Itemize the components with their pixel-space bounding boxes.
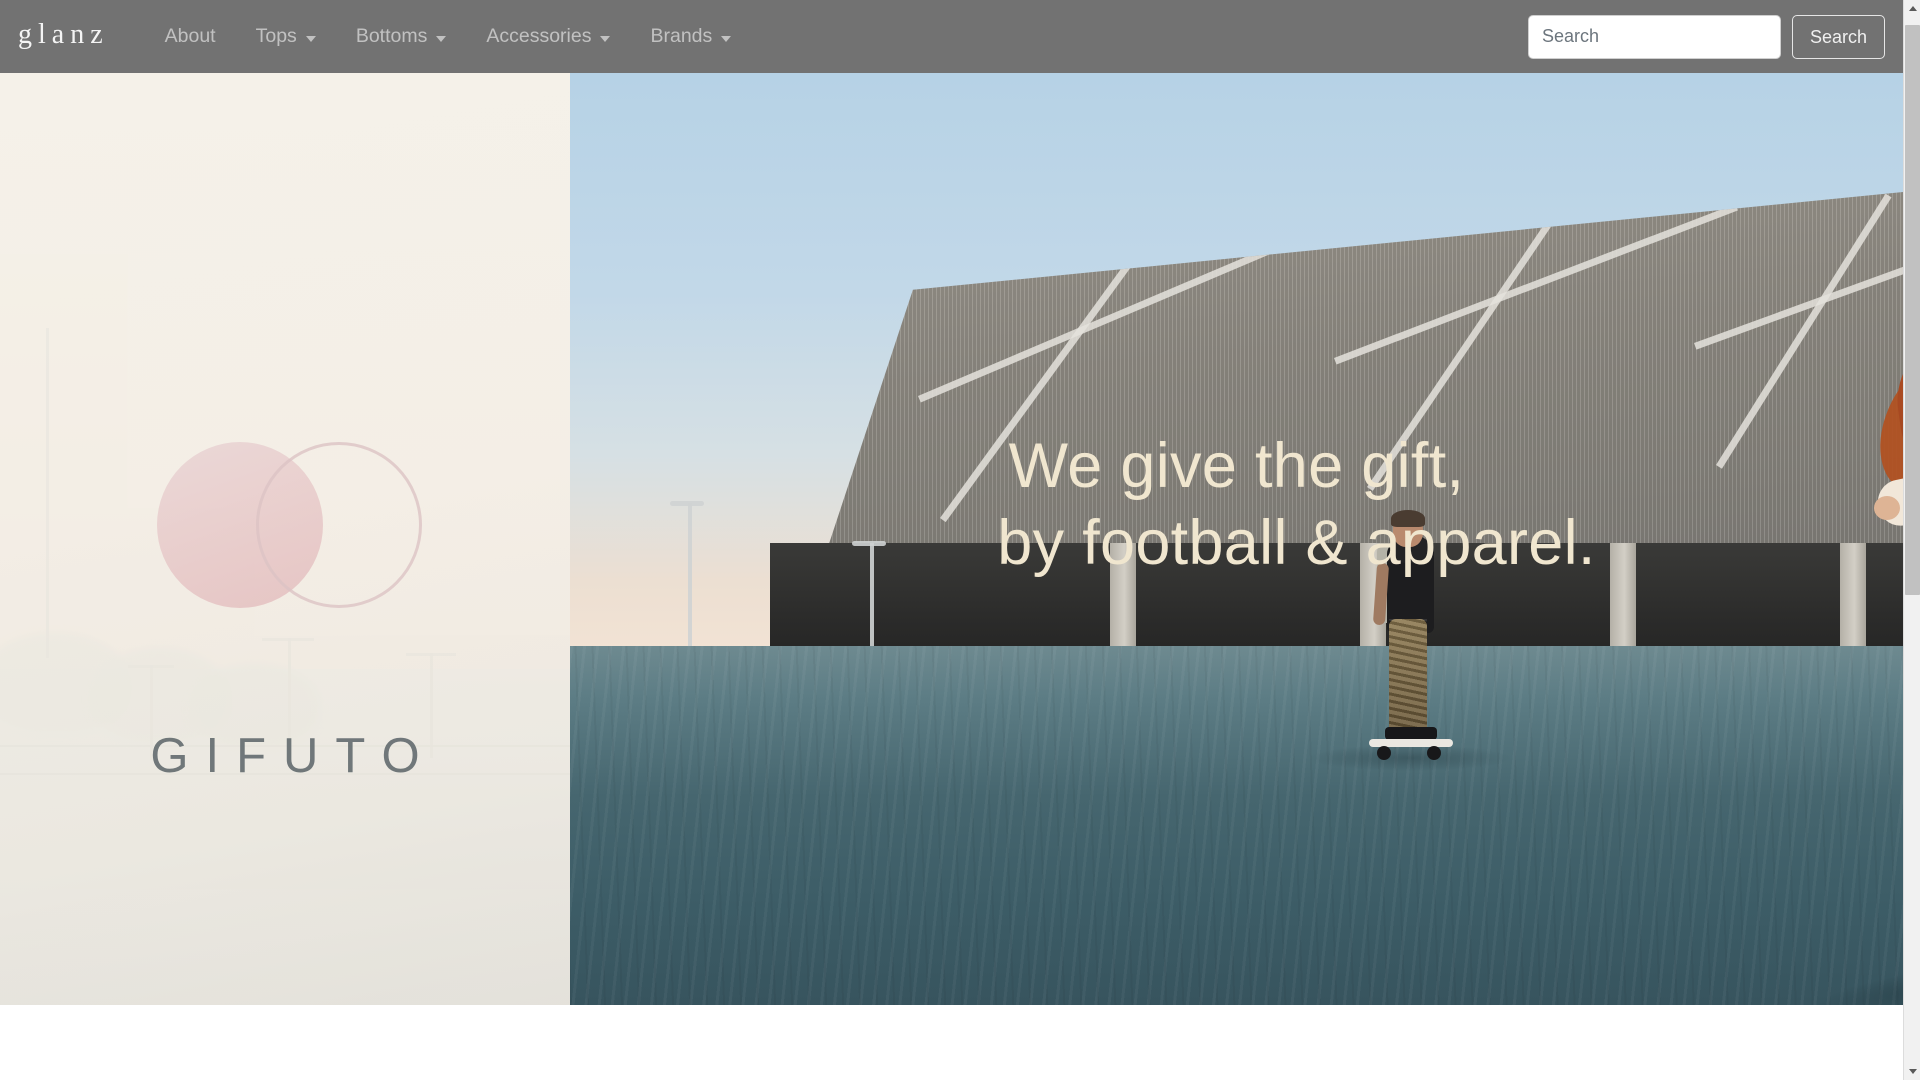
street-lamp-head bbox=[670, 501, 704, 506]
nav-item-label: Accessories bbox=[486, 27, 591, 47]
hero-section: GIFUTO bbox=[0, 73, 1903, 1005]
hero-photo: We give the gift, by football & apparel. bbox=[570, 73, 1903, 1005]
nav-item-label: Brands bbox=[650, 27, 712, 47]
nav-item-accessories[interactable]: Accessories bbox=[466, 0, 630, 73]
nav-item-bottoms[interactable]: Bottoms bbox=[336, 0, 467, 73]
scroll-up-arrow-icon[interactable] bbox=[1904, 0, 1920, 17]
nav-item-label: Bottoms bbox=[356, 27, 428, 47]
nav-item-tops[interactable]: Tops bbox=[236, 0, 336, 73]
brand-logo[interactable]: glanz bbox=[18, 21, 109, 52]
photo-ground bbox=[570, 646, 1903, 1005]
street-lamp-head bbox=[852, 541, 886, 546]
chevron-down-icon bbox=[721, 36, 731, 42]
venn-circles-icon bbox=[157, 442, 422, 608]
search-form: Search bbox=[1528, 15, 1885, 59]
nav-item-label: About bbox=[165, 27, 216, 47]
top-navigation-bar: glanz About Tops Bottoms Accessories Bra… bbox=[0, 0, 1903, 73]
stadium-concourse bbox=[770, 543, 1903, 663]
nav-item-brands[interactable]: Brands bbox=[630, 0, 751, 73]
search-submit-button[interactable]: Search bbox=[1792, 15, 1885, 59]
brand-wordmark: GIFUTO bbox=[0, 728, 570, 784]
nav-item-about[interactable]: About bbox=[145, 0, 236, 73]
skateboarder-figure bbox=[1365, 513, 1455, 758]
vertical-scrollbar[interactable] bbox=[1903, 0, 1920, 1080]
scrollbar-thumb[interactable] bbox=[1905, 25, 1920, 595]
woman-figure bbox=[1860, 328, 1903, 1005]
chevron-down-icon bbox=[600, 36, 610, 42]
stadium-pier bbox=[1610, 543, 1636, 663]
primary-nav: About Tops Bottoms Accessories Brands bbox=[145, 0, 752, 73]
chevron-down-icon bbox=[306, 36, 316, 42]
brand-panel: GIFUTO bbox=[0, 73, 570, 1005]
search-input[interactable] bbox=[1528, 15, 1781, 59]
stadium-pier bbox=[1110, 543, 1136, 663]
nav-item-label: Tops bbox=[256, 27, 297, 47]
scroll-down-arrow-icon[interactable] bbox=[1904, 1063, 1920, 1080]
chevron-down-icon bbox=[436, 36, 446, 42]
